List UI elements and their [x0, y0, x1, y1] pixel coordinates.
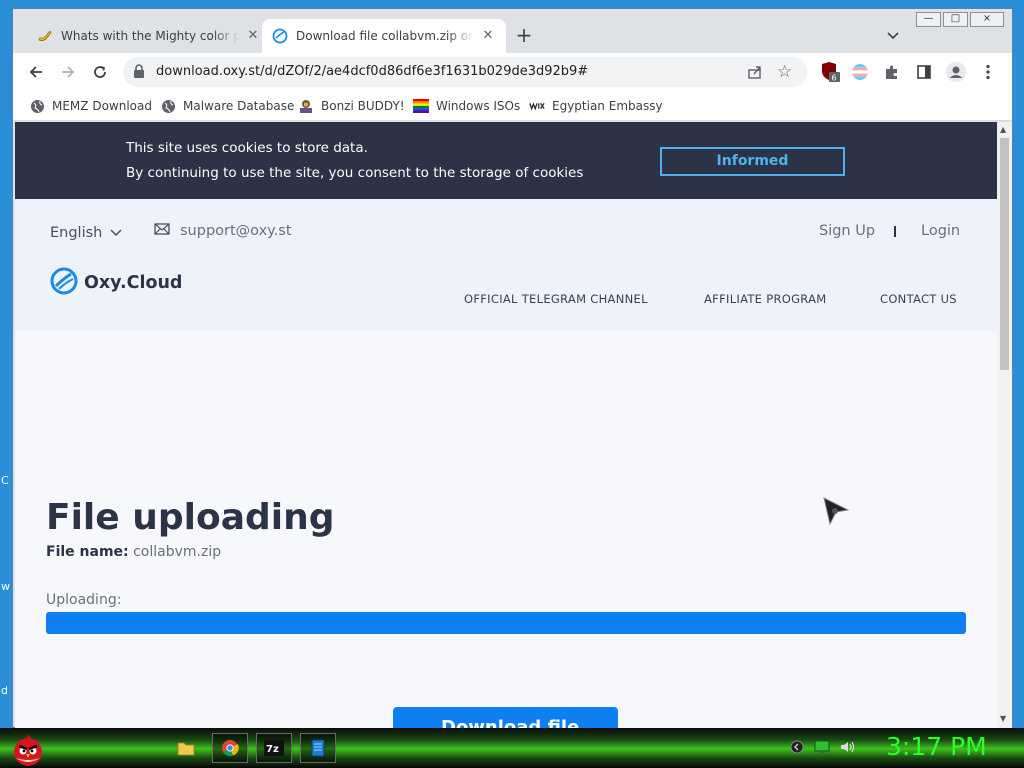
taskbar: 7z 3:17 PM — [0, 728, 1024, 768]
nav-affiliate-program[interactable]: AFFILIATE PROGRAM — [704, 292, 827, 306]
tab-search-chevron-icon[interactable] — [885, 27, 901, 43]
close-window-button[interactable]: × — [970, 12, 1004, 27]
page-title: File uploading — [46, 497, 335, 538]
url-text: download.oxy.st/d/dZOf/2/ae4dcf0d86df6e3… — [156, 64, 589, 79]
banana-icon — [37, 28, 53, 44]
oxy-cloud-logo-icon — [50, 267, 78, 298]
support-email-link[interactable]: support@oxy.st — [154, 223, 292, 239]
support-email: support@oxy.st — [180, 223, 292, 239]
page-scrollbar[interactable]: ▲ ▼ — [997, 122, 1012, 728]
side-panel-icon[interactable] — [913, 61, 935, 83]
bookmark-windows-isos[interactable]: Windows ISOs — [413, 98, 520, 114]
bookmark-label: Egyptian Embassy — [552, 99, 663, 113]
desktop-fragment: w — [1, 580, 10, 593]
site-logo[interactable]: Oxy.Cloud — [50, 267, 182, 298]
browser-window: Whats with the Mighty color palette ✕ Do… — [12, 8, 1013, 728]
scroll-up-arrow-icon[interactable]: ▲ — [1000, 125, 1006, 134]
close-tab-icon[interactable]: ✕ — [480, 28, 496, 44]
bookmark-memz-download[interactable]: MEMZ Download — [29, 98, 152, 114]
bookmark-bonzi-buddy[interactable]: Bonzi BUDDY! — [298, 98, 405, 114]
scrollbar-thumb[interactable] — [1000, 138, 1009, 370]
profile-avatar-icon[interactable] — [945, 61, 967, 83]
login-link[interactable]: Login — [921, 223, 960, 239]
uploading-label: Uploading: — [46, 592, 122, 608]
window-controls: — □ × — [916, 12, 1004, 27]
bookmark-label: Windows ISOs — [436, 99, 521, 113]
bookmark-malware-database[interactable]: Malware Database — [160, 98, 294, 114]
divider — [894, 226, 896, 237]
main-content: File uploading File name: collabvm.zip U… — [15, 331, 997, 728]
browser-toolbar: download.oxy.st/d/dZOf/2/ae4dcf0d86df6e3… — [13, 53, 1012, 91]
upload-progress-bar — [46, 612, 966, 634]
oxy-cloud-icon — [272, 28, 288, 44]
folder-icon[interactable] — [168, 733, 204, 763]
network-monitor-icon[interactable] — [814, 740, 830, 757]
bookmark-egyptian-embassy[interactable]: Egyptian Embassy — [529, 98, 663, 114]
rainbow-flag-icon — [413, 98, 429, 114]
nav-contact-us[interactable]: CONTACT US — [880, 292, 957, 306]
bookmarks-bar: MEMZ Download Malware Database Bonzi BUD… — [13, 91, 1012, 121]
tab-download-file[interactable]: Download file collabvm.zip on Oxy.Cloud … — [262, 19, 506, 53]
cookie-message-line2: By continuing to use the site, you conse… — [126, 165, 584, 181]
extensions-puzzle-icon[interactable] — [881, 61, 903, 83]
wix-icon — [529, 98, 545, 114]
close-tab-icon[interactable]: ✕ — [245, 28, 261, 44]
minimize-button[interactable]: — — [916, 12, 941, 27]
desktop-fragment: C — [1, 474, 9, 487]
bookmark-star-icon[interactable]: ☆ — [777, 62, 792, 82]
globe-icon — [29, 98, 45, 114]
cookie-message-line1: This site uses cookies to store data. — [126, 140, 368, 156]
site-header: English support@oxy.st Sign Up Login Oxy… — [15, 199, 997, 331]
address-bar[interactable]: download.oxy.st/d/dZOf/2/ae4dcf0d86df6e3… — [123, 57, 807, 87]
tab-strip: Whats with the Mighty color palette ✕ Do… — [13, 9, 1012, 53]
trans-flag-extension-icon[interactable] — [849, 61, 871, 83]
bookmark-label: Bonzi BUDDY! — [321, 99, 405, 113]
forward-arrow-icon[interactable] — [57, 61, 79, 83]
bonzi-icon — [298, 98, 314, 114]
cookie-informed-button[interactable]: Informed — [660, 147, 845, 176]
back-arrow-icon[interactable] — [25, 61, 47, 83]
scroll-down-arrow-icon[interactable]: ▼ — [1000, 714, 1006, 723]
taskbar-clock[interactable]: 3:17 PM — [886, 732, 987, 761]
7zip-icon[interactable]: 7z — [256, 733, 292, 763]
tray-arrow-icon[interactable] — [790, 740, 804, 757]
page-viewport: This site uses cookies to store data. By… — [15, 122, 997, 728]
ublock-icon[interactable]: 6 — [819, 61, 841, 83]
volume-icon[interactable] — [840, 740, 856, 757]
chrome-icon[interactable] — [212, 733, 248, 763]
download-button-label: Download file — [441, 717, 580, 728]
mouse-cursor-icon — [823, 497, 850, 526]
cookie-banner: This site uses cookies to store data. By… — [15, 122, 997, 199]
upload-progress-fill — [46, 612, 966, 634]
chevron-down-icon — [110, 225, 122, 241]
language-selector[interactable]: English — [50, 225, 122, 241]
sign-up-link[interactable]: Sign Up — [819, 223, 875, 239]
chrome-menu-icon[interactable] — [977, 61, 999, 83]
nav-telegram-channel[interactable]: OFFICIAL TELEGRAM CHANNEL — [464, 292, 648, 306]
maximize-button[interactable]: □ — [943, 12, 968, 27]
logo-text: Oxy.Cloud — [84, 272, 183, 293]
share-icon[interactable] — [747, 64, 763, 83]
envelope-icon — [154, 223, 170, 239]
bookmark-label: Malware Database — [183, 99, 295, 113]
file-name-value: collabvm.zip — [133, 544, 222, 560]
download-file-button[interactable]: Download file — [393, 707, 618, 728]
start-button-angry-bird-icon[interactable] — [8, 730, 48, 768]
system-tray — [790, 740, 856, 757]
ublock-badge: 6 — [832, 74, 837, 83]
desktop-fragment: d — [1, 684, 8, 697]
file-name-label: File name: — [46, 544, 129, 560]
globe-icon — [160, 98, 176, 114]
new-tab-button[interactable]: + — [513, 25, 535, 47]
bookmark-label: MEMZ Download — [52, 99, 152, 113]
reload-icon[interactable] — [89, 61, 111, 83]
tab-title: Download file collabvm.zip on Oxy.Cloud — [296, 29, 474, 43]
svg-text:7z: 7z — [266, 744, 279, 755]
file-name-row: File name: collabvm.zip — [46, 544, 221, 560]
tab-mighty-color-palette[interactable]: Whats with the Mighty color palette ✕ — [27, 19, 271, 53]
notepad-icon[interactable] — [300, 733, 336, 763]
lock-icon[interactable] — [133, 64, 147, 80]
tab-title: Whats with the Mighty color palette — [61, 29, 239, 43]
language-label: English — [50, 225, 103, 241]
